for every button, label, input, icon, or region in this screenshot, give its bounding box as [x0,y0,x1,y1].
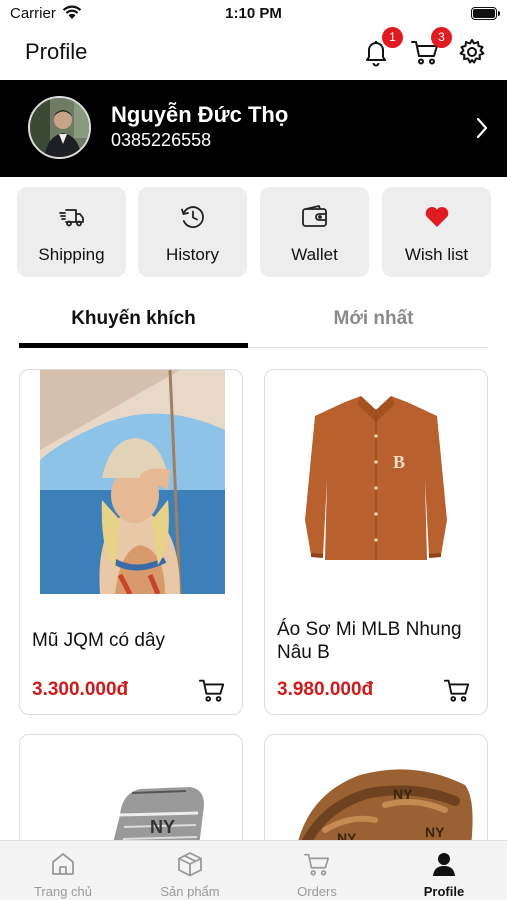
product-card[interactable]: Mũ JQM có dây 3.300.000đ [19,369,243,715]
cart-icon [198,679,225,702]
add-to-cart-button[interactable] [443,676,471,704]
status-time: 1:10 PM [225,5,282,22]
product-image: B [265,370,487,594]
active-tab-indicator [19,343,248,348]
product-photo: B [265,370,487,594]
avatar-image [30,98,89,157]
product-price: 3.300.000đ [32,679,129,700]
product-image: NY [20,735,242,853]
product-price: 3.980.000đ [277,679,374,700]
product-photo: NY [20,735,242,853]
truck-icon [58,209,84,227]
add-to-cart-button[interactable] [198,676,226,704]
chevron-right-icon[interactable] [475,116,489,140]
notification-badge: 1 [382,27,403,48]
app-header: Profile 1 3 [0,27,507,80]
home-icon [52,853,74,875]
heart-icon [425,207,448,227]
wallet-icon [301,205,327,227]
product-image: NY NY NY [265,735,487,853]
quick-actions: Shipping History Wallet Wish list [17,187,491,277]
nav-item-home[interactable]: Trang chủ [0,841,126,900]
bottom-nav: Trang chủ Sản phẩm Orders Profile [0,840,507,900]
product-tabs: Khuyến khích Mới nhất [19,300,488,352]
settings-button[interactable] [457,37,487,67]
notifications-button[interactable]: 1 [361,27,403,67]
nav-item-orders[interactable]: Orders [254,841,380,900]
product-card[interactable]: NY [19,734,243,854]
tab-moi-nhat[interactable]: Mới nhất [259,300,488,348]
history-icon [180,206,204,228]
product-card[interactable]: NY NY NY [264,734,488,854]
profile-phone: 0385226558 [111,130,212,150]
cart-icon [443,679,470,702]
tab-label: Khuyến khích [71,308,196,329]
nav-label: Sản phẩm [160,884,220,899]
avatar[interactable] [28,96,91,159]
wallet-label: Wallet [291,245,338,264]
page-title: Profile [25,39,88,64]
history-button[interactable]: History [138,187,247,277]
battery-icon [471,7,500,20]
gear-icon [459,39,485,64]
profile-name: Nguyễn Đức Thọ [111,102,289,127]
wish-list-label: Wish list [404,245,469,264]
history-label: History [166,245,219,264]
user-icon [433,853,455,876]
product-name: Áo Sơ Mi MLB Nhung Nâu B [277,619,462,663]
tab-divider [248,347,488,348]
product-name: Mũ JQM có dây [32,630,166,651]
product-card[interactable]: B Áo Sơ Mi MLB Nhung Nâu B 3.980.000đ [264,369,488,715]
svg-text:B: B [393,452,405,472]
box-icon [178,852,202,877]
status-bar: Carrier 1:10 PM [0,0,507,28]
nav-label: Trang chủ [33,884,93,899]
tab-khuyen-khich[interactable]: Khuyến khích [19,300,248,348]
cart-button[interactable]: 3 [410,27,452,67]
svg-text:NY: NY [425,824,445,840]
wish-list-button[interactable]: Wish list [382,187,491,277]
profile-banner[interactable]: Nguyễn Đức Thọ 0385226558 [0,80,507,177]
product-photo: NY NY NY [265,735,487,853]
nav-label: Orders [297,884,337,899]
shipping-label: Shipping [38,245,105,264]
product-photo [40,370,225,594]
nav-label: Profile [423,884,465,899]
wallet-button[interactable]: Wallet [260,187,369,277]
nav-item-products[interactable]: Sản phẩm [127,841,253,900]
tab-label: Mới nhất [333,308,414,329]
cart-icon [304,853,330,876]
cart-badge: 3 [431,27,452,48]
nav-item-profile[interactable]: Profile [381,841,507,900]
product-image [40,370,225,594]
shipping-button[interactable]: Shipping [17,187,126,277]
svg-text:NY: NY [393,786,413,802]
svg-text:NY: NY [150,817,175,837]
